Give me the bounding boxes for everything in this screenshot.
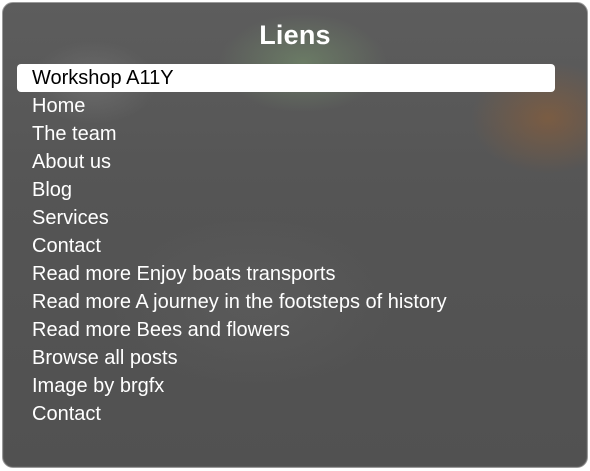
rotor-item-contact[interactable]: Contact: [17, 232, 555, 260]
rotor-link-list: Workshop A11Y Home The team About us Blo…: [17, 64, 555, 428]
rotor-item-the-team[interactable]: The team: [17, 120, 555, 148]
rotor-item-read-more-history[interactable]: Read more A journey in the footsteps of …: [17, 288, 555, 316]
rotor-item-blog[interactable]: Blog: [17, 176, 555, 204]
rotor-item-contact-footer[interactable]: Contact: [17, 400, 555, 428]
rotor-item-browse-all-posts[interactable]: Browse all posts: [17, 344, 555, 372]
rotor-item-about-us[interactable]: About us: [17, 148, 555, 176]
voiceover-rotor-panel: Liens Workshop A11Y Home The team About …: [2, 2, 588, 468]
rotor-item-home[interactable]: Home: [17, 92, 555, 120]
rotor-item-workshop-a11y[interactable]: Workshop A11Y: [17, 64, 555, 92]
rotor-item-read-more-bees[interactable]: Read more Bees and flowers: [17, 316, 555, 344]
rotor-item-read-more-boats[interactable]: Read more Enjoy boats transports: [17, 260, 555, 288]
rotor-item-services[interactable]: Services: [17, 204, 555, 232]
rotor-title: Liens: [259, 20, 331, 50]
rotor-item-image-by-brgfx[interactable]: Image by brgfx: [17, 372, 555, 400]
